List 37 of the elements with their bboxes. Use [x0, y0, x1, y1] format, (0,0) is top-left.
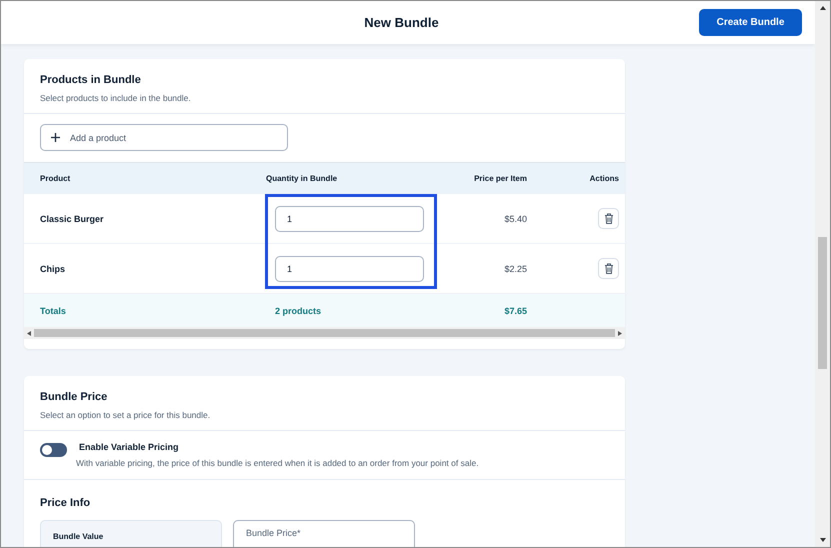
- product-name: Chips: [40, 264, 66, 274]
- add-product-field[interactable]: Add a product: [40, 124, 288, 151]
- scrollbar-thumb[interactable]: [818, 237, 827, 369]
- plus-icon: [51, 133, 60, 142]
- horizontal-scrollbar[interactable]: [24, 327, 625, 339]
- variable-pricing-toggle[interactable]: [40, 443, 67, 457]
- create-bundle-button[interactable]: Create Bundle: [699, 9, 802, 36]
- scrollbar-thumb[interactable]: [34, 329, 615, 337]
- column-header: Product: [40, 174, 72, 183]
- vertical-scrollbar[interactable]: [815, 1, 830, 547]
- quantity-field[interactable]: 1: [275, 206, 424, 232]
- price-cell-text: $2.25: [503, 264, 527, 274]
- trash-icon[interactable]: [598, 208, 619, 229]
- column-header: Quantity in Bundle: [266, 174, 338, 183]
- price-cell-text: $5.40: [503, 214, 527, 224]
- column-header: Price per Item: [473, 174, 527, 183]
- card-subtitle: Select products to include in the bundle.: [40, 93, 192, 103]
- bundle-price-field[interactable]: Bundle Price*: [233, 520, 415, 547]
- totals-price: $7.65: [503, 306, 527, 316]
- bundle-value-label: Bundle Value: [53, 532, 104, 541]
- toggle-description: With variable pricing, the price of this bundle is entered when it is added to an order from your point of sale.: [76, 458, 479, 468]
- page-title: New Bundle: [364, 15, 439, 30]
- totals-label: Totals: [40, 306, 67, 316]
- totals-quantity: 2 products: [274, 306, 322, 316]
- quantity-field[interactable]: 1: [275, 256, 424, 282]
- column-header: Actions: [588, 174, 619, 183]
- up-arrow-icon[interactable]: [820, 6, 826, 10]
- toggle-label: Enable Variable Pricing: [79, 442, 180, 452]
- trash-icon[interactable]: [598, 258, 619, 279]
- card-subtitle: Select an option to set a price for this bundle.: [40, 410, 212, 420]
- down-arrow-icon[interactable]: [820, 538, 826, 542]
- card-title: Products in Bundle: [40, 74, 142, 86]
- card-title: Bundle Price: [40, 391, 108, 403]
- product-name: Classic Burger: [40, 214, 105, 224]
- section-title: Price Info: [40, 497, 90, 509]
- left-arrow-icon[interactable]: [27, 330, 31, 336]
- right-arrow-icon[interactable]: [618, 330, 622, 336]
